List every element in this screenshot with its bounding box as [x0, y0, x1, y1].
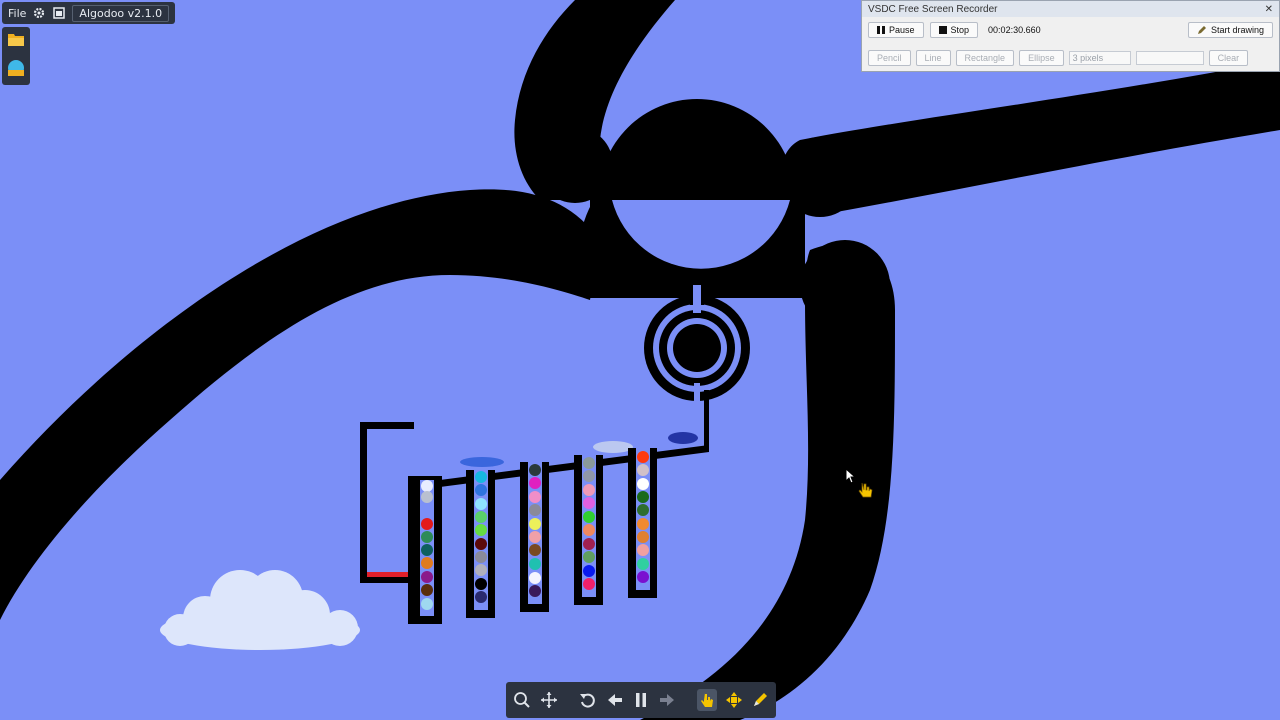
cloud	[160, 570, 360, 650]
color-select[interactable]	[1135, 51, 1204, 65]
algodoo-side-panel	[2, 27, 30, 85]
folder-icon[interactable]	[7, 31, 25, 51]
drag-tool-icon[interactable]	[696, 689, 718, 711]
tube-3	[520, 462, 549, 612]
line-width-value: 3 pixels	[1072, 53, 1104, 63]
ellipse-tool-button[interactable]: Ellipse	[1019, 50, 1064, 66]
start-drawing-button[interactable]: Start drawing	[1187, 22, 1273, 38]
bracket	[360, 422, 414, 583]
algodoo-topbar: File Algodoo v2.1.0	[2, 2, 176, 24]
gate-core	[673, 324, 721, 372]
pencil-tool-button[interactable]: Pencil	[868, 50, 911, 66]
line-tool-button[interactable]: Line	[915, 50, 951, 66]
tube-4	[574, 455, 603, 605]
rectangle-tool-label: Rectangle	[964, 53, 1006, 63]
move-icon[interactable]	[538, 689, 558, 711]
pencil-icon	[1197, 26, 1206, 34]
recorder-titlebar: VSDC Free Screen Recorder ✕	[862, 1, 1279, 17]
elapsed-time: 00:02:30.660	[988, 25, 1041, 35]
red-bar	[367, 572, 408, 577]
stop-label: Stop	[950, 25, 970, 35]
pause-label: Pause	[889, 25, 915, 35]
ellipse-tool-label: Ellipse	[1028, 53, 1055, 63]
tube-5	[628, 448, 657, 598]
zoom-icon[interactable]	[512, 689, 532, 711]
track-curve-left	[0, 189, 600, 620]
rewind-icon[interactable]	[604, 689, 624, 711]
app-title: Algodoo v2.1.0	[72, 4, 170, 22]
clear-label: Clear	[1217, 53, 1240, 63]
line-tool-label: Line	[924, 53, 942, 63]
drag-hand-icon	[858, 482, 873, 498]
scene-icon[interactable]	[7, 59, 25, 81]
tube-1	[408, 476, 442, 624]
file-menu[interactable]: File	[8, 7, 26, 20]
pause-button[interactable]: Pause	[868, 22, 924, 38]
tube-2	[466, 470, 495, 618]
gear-icon[interactable]	[32, 6, 46, 20]
stop-icon	[938, 26, 947, 34]
algodoo-scene[interactable]	[0, 0, 1280, 720]
pencil-tool-label: Pencil	[877, 53, 902, 63]
recorder-title: VSDC Free Screen Recorder	[868, 3, 998, 15]
close-icon[interactable]: ✕	[1265, 4, 1273, 15]
clear-button[interactable]: Clear	[1208, 50, 1249, 66]
pause-icon[interactable]	[631, 689, 651, 711]
start-drawing-label: Start drawing	[1210, 25, 1264, 35]
pause-small-icon	[877, 26, 885, 34]
recorder-window: VSDC Free Screen Recorder ✕ Pause Stop 0…	[861, 0, 1280, 72]
line-width-select[interactable]: 3 pixels	[1068, 51, 1131, 65]
move-tool-icon[interactable]	[723, 689, 743, 711]
undo-icon[interactable]	[578, 689, 598, 711]
simulation-toolbar	[506, 682, 776, 718]
sketch-tool-icon[interactable]	[750, 689, 770, 711]
forward-icon[interactable]	[657, 689, 677, 711]
track-joint-lower-right	[800, 240, 890, 330]
window-icon[interactable]	[52, 6, 66, 20]
rectangle-tool-button[interactable]: Rectangle	[955, 50, 1015, 66]
stop-button[interactable]: Stop	[929, 22, 979, 38]
